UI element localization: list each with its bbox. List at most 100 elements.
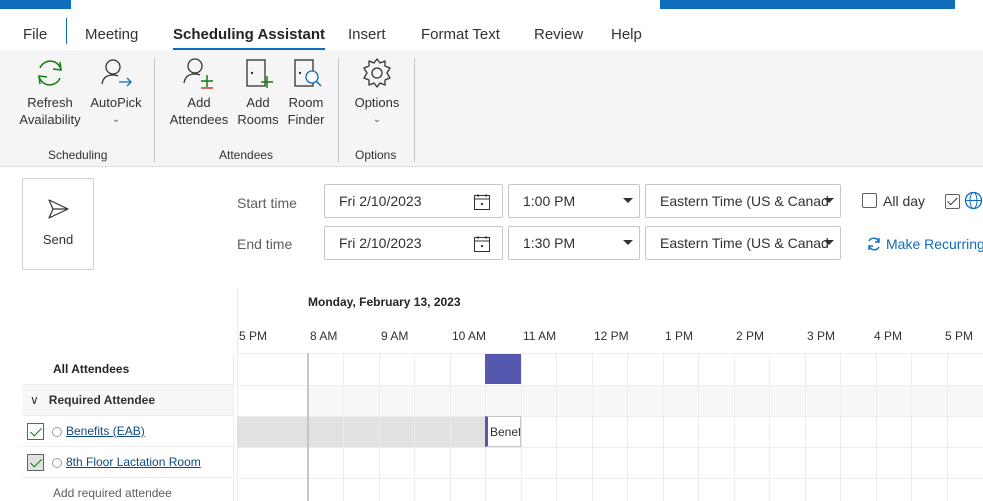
attendee-row[interactable]: 8th Floor Lactation Room	[22, 447, 234, 478]
grid-col-line	[414, 353, 415, 501]
autopick-button[interactable]: AutoPick ⌄	[86, 56, 146, 128]
add-required-attendee-input[interactable]: Add required attendee	[22, 478, 234, 501]
grid-col-line	[876, 353, 877, 501]
attendee-name-link[interactable]: Benefits (EAB)	[66, 424, 145, 438]
calendar-icon[interactable]	[473, 235, 491, 253]
attendee-checkbox[interactable]	[27, 423, 44, 440]
grid-col-line	[627, 353, 628, 501]
options-label: Options	[354, 95, 400, 110]
grid-col-line	[805, 353, 806, 501]
grid-col-line	[769, 353, 770, 501]
out-of-hours-band	[237, 416, 485, 447]
required-attendee-group[interactable]: ∨ Required Attendee	[22, 385, 234, 416]
start-time-value: 1:00 PM	[523, 193, 576, 209]
options-chevron-down-icon: ⌄	[372, 114, 382, 125]
refresh-availability-button[interactable]: Refresh Availability	[14, 56, 86, 128]
grid-col-line	[698, 353, 699, 501]
room-finder-button[interactable]: Room Finder	[283, 56, 329, 128]
recurring-icon	[868, 237, 880, 251]
end-time-label: End time	[237, 236, 293, 252]
hour-label: 2 PM	[736, 329, 765, 343]
grid-row-line	[237, 478, 983, 479]
grid-col-line	[911, 353, 912, 501]
start-date-field[interactable]: Fri 2/10/2023	[324, 184, 503, 218]
send-icon	[48, 199, 69, 219]
end-timezone-dropdown[interactable]: Eastern Time (US & Canad	[645, 226, 841, 260]
room-finder-label-1: Room	[288, 95, 324, 110]
chevron-down-icon	[824, 240, 834, 245]
presence-icon	[52, 458, 62, 468]
day-start-divider	[307, 353, 309, 501]
calendar-icon[interactable]	[473, 193, 491, 211]
tab-review[interactable]: Review	[534, 26, 583, 43]
grid-col-line	[521, 353, 522, 501]
group-separator	[338, 58, 339, 162]
meeting-time-block[interactable]	[485, 354, 521, 384]
start-timezone-value: Eastern Time (US & Canad	[660, 193, 829, 209]
add-rooms-button[interactable]: Add Rooms	[236, 56, 280, 128]
tab-insert[interactable]: Insert	[348, 26, 386, 43]
options-button[interactable]: Options ⌄	[348, 56, 406, 128]
make-recurring-label: Make Recurring	[886, 236, 983, 252]
tab-format-text[interactable]: Format Text	[421, 26, 500, 43]
tab-help[interactable]: Help	[611, 26, 642, 43]
group-label-attendees: Attendees	[219, 148, 274, 162]
end-date-field[interactable]: Fri 2/10/2023	[324, 226, 503, 260]
add-rooms-label-2: Rooms	[237, 112, 279, 127]
tab-scheduling-assistant[interactable]: Scheduling Assistant	[173, 26, 325, 51]
globe-icon[interactable]	[964, 191, 983, 210]
end-time-dropdown[interactable]: 1:30 PM	[508, 226, 640, 260]
ribbon: Refresh Availability AutoPick ⌄ Add Atte…	[0, 50, 983, 167]
group-row-band	[308, 385, 983, 416]
tab-meeting[interactable]: Meeting	[85, 26, 138, 43]
hour-label: 5 PM	[239, 329, 268, 343]
chevron-down-icon[interactable]: ∨	[30, 393, 39, 407]
timezone-checkbox[interactable]	[945, 194, 960, 209]
schedule-date-heading: Monday, February 13, 2023	[308, 295, 461, 309]
tab-divider	[66, 18, 67, 44]
all-day-checkbox[interactable]: All day	[862, 193, 925, 209]
send-button[interactable]: Send	[22, 178, 94, 270]
ribbon-tabs: File Meeting Scheduling Assistant Insert…	[0, 9, 983, 52]
end-timezone-value: Eastern Time (US & Canad	[660, 235, 829, 251]
required-attendee-label: Required Attendee	[48, 393, 156, 407]
attendee-row[interactable]: Benefits (EAB)	[22, 416, 234, 447]
start-time-dropdown[interactable]: 1:00 PM	[508, 184, 640, 218]
refresh-label-1: Refresh	[27, 95, 73, 110]
grid-row-line	[237, 447, 983, 448]
hour-label: 1 PM	[665, 329, 694, 343]
add-attendees-label-2: Attendees	[169, 112, 229, 127]
grid-col-line	[840, 353, 841, 501]
title-bar	[0, 0, 983, 9]
grid-col-line	[379, 353, 380, 501]
make-recurring-button[interactable]: Make Recurring	[866, 236, 983, 252]
group-separator	[414, 58, 415, 162]
grid-row-line	[237, 353, 983, 354]
attendee-name-link[interactable]: 8th Floor Lactation Room	[66, 455, 201, 469]
gear-icon	[363, 58, 391, 88]
grid-col-line	[947, 353, 948, 501]
room-finder-label-2: Finder	[287, 112, 325, 127]
end-time-value: 1:30 PM	[523, 235, 576, 251]
add-room-icon	[246, 59, 273, 88]
start-timezone-dropdown[interactable]: Eastern Time (US & Canad	[645, 184, 841, 218]
hour-label: 3 PM	[807, 329, 836, 343]
grid-col-line	[343, 353, 344, 501]
tab-file[interactable]: File	[23, 26, 47, 43]
refresh-label-2: Availability	[19, 112, 81, 127]
attendee-checkbox[interactable]	[27, 454, 44, 471]
end-date-value: Fri 2/10/2023	[339, 235, 422, 251]
grid-col-line	[556, 353, 557, 501]
all-day-box[interactable]	[862, 193, 877, 208]
attendee-list-border	[233, 353, 234, 501]
chevron-down-icon	[623, 198, 633, 203]
grid-row-line	[237, 385, 983, 386]
all-day-label: All day	[883, 193, 926, 209]
hour-label: 12 PM	[594, 329, 629, 343]
presence-icon	[52, 427, 62, 437]
add-attendees-button[interactable]: Add Attendees	[164, 56, 234, 128]
attendee-busy-block[interactable]: Benef	[485, 416, 521, 447]
add-attendee-icon	[183, 58, 213, 89]
refresh-icon	[38, 60, 62, 86]
hour-label: 8 AM	[310, 329, 338, 343]
